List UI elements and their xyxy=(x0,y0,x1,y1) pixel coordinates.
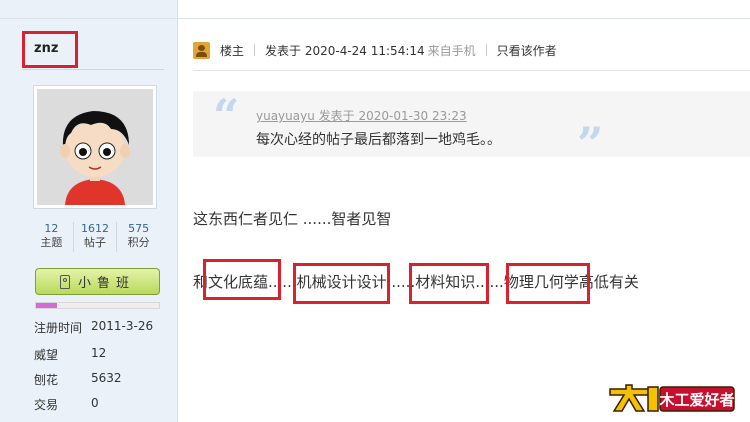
sidebar-divider xyxy=(22,69,164,70)
info-key: 注册时间 xyxy=(34,321,83,335)
rank-label: 小鲁班 xyxy=(77,276,135,291)
rank-icon xyxy=(59,274,70,289)
info-row-register: 注册时间 2011-3-26 xyxy=(34,319,153,336)
user-stats: 12 主题 1612 帖子 575 积分 xyxy=(30,222,160,252)
rank-progress-bar xyxy=(35,302,160,309)
top-strip xyxy=(0,0,750,18)
floor-label: 楼主 xyxy=(220,43,245,58)
post-line-1: 这东西仁者见仁 ......智者见智 xyxy=(193,210,392,228)
avatar[interactable] xyxy=(33,85,157,209)
watermark-text: 木工爱好者 xyxy=(658,391,734,409)
info-key: 刨花 xyxy=(34,373,59,387)
separator xyxy=(254,44,256,56)
info-value: 2011-3-26 xyxy=(91,319,154,333)
quote-text: 每次心经的帖子最后都落到一地鸡毛。。 xyxy=(256,132,501,148)
post-line-2: 和文化底蕴......机械设计设计......材料知识......物理几何学高低… xyxy=(193,273,639,291)
user-icon xyxy=(193,41,210,59)
separator xyxy=(485,44,487,56)
avatar-image xyxy=(37,89,153,205)
top-strip-sidebar xyxy=(0,0,178,18)
info-key: 威望 xyxy=(34,348,59,362)
post-header: 楼主 发表于 2020-4-24 11:54:14 来自手机 只看该作者 xyxy=(193,40,557,60)
stat-posts-label: 帖子 xyxy=(84,236,106,249)
stat-points[interactable]: 575 积分 xyxy=(117,222,160,252)
username[interactable]: znz xyxy=(34,41,58,56)
info-key: 交易 xyxy=(34,398,59,412)
post-timestamp: 发表于 2020-4-24 11:54:14 xyxy=(265,43,425,58)
rank-progress-fill xyxy=(36,303,57,308)
stat-threads-value: 12 xyxy=(44,222,59,235)
stat-threads-label: 主题 xyxy=(40,236,63,249)
stat-threads[interactable]: 12 主题 xyxy=(30,222,74,252)
info-value: 0 xyxy=(91,396,99,410)
info-value: 5632 xyxy=(91,371,122,385)
stat-posts-value: 1612 xyxy=(81,222,109,235)
quote-author-link[interactable]: yuayuayu 发表于 2020-01-30 23:23 xyxy=(256,107,467,124)
site-logo-watermark: 木工爱好者 xyxy=(608,383,736,413)
quote-block: “ yuayuayu 发表于 2020-01-30 23:23 每次心经的帖子最… xyxy=(193,89,750,167)
stat-posts[interactable]: 1612 帖子 xyxy=(74,222,118,252)
stat-points-label: 积分 xyxy=(127,236,150,249)
info-row-trades: 交易 0 xyxy=(34,396,99,413)
info-value: 12 xyxy=(91,346,107,360)
info-row-prestige: 威望 12 xyxy=(34,346,106,363)
quote-close-icon: ” xyxy=(577,117,604,171)
info-row-shavings: 刨花 5632 xyxy=(34,371,122,388)
post-source: 来自手机 xyxy=(427,43,476,58)
quote-open-icon: “ xyxy=(213,89,240,143)
only-author-link[interactable]: 只看该作者 xyxy=(497,42,557,59)
header-divider xyxy=(193,70,750,71)
stat-points-value: 575 xyxy=(128,222,150,235)
rank-button[interactable]: 小鲁班 xyxy=(35,268,160,295)
